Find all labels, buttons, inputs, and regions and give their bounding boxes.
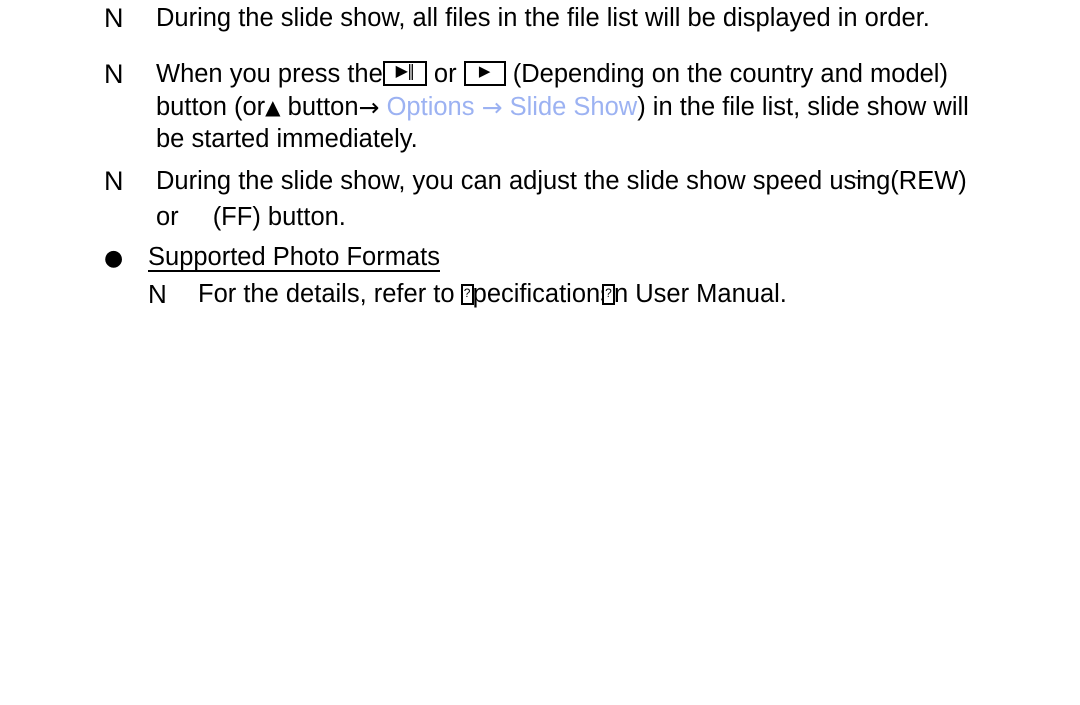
note-3-body: During the slide show, you can adjust th… xyxy=(156,165,967,233)
note-2-text-e: ) in the file list, slide show will xyxy=(637,92,969,121)
arrow-right-icon-1: → xyxy=(358,92,380,122)
note-2-text-c: button (or xyxy=(156,92,266,121)
space-2 xyxy=(506,60,513,88)
note-3-line-1: During the slide show, you can adjust th… xyxy=(156,167,967,195)
space-1 xyxy=(457,60,464,88)
note-marker-icon: N xyxy=(104,3,124,33)
note-2-line-3: be started immediately. xyxy=(156,125,418,153)
note-2-line-1: When you press the ▶‖ or ▶ (Depending on … xyxy=(156,58,969,91)
note-4-text-c: n User Manual. xyxy=(613,280,787,308)
menu-path-slide-show: Slide Show xyxy=(509,92,638,121)
space-5 xyxy=(474,93,481,121)
note-item-1: N During the slide show, all files in th… xyxy=(104,2,930,35)
note-3-line-2: or (FF) button. xyxy=(156,201,967,234)
bullet-dot-icon: ● xyxy=(104,246,124,271)
note-4-text-b: pecifications xyxy=(472,280,613,308)
note-2-or xyxy=(427,60,434,88)
manual-page: N During the slide show, all files in th… xyxy=(0,0,1080,705)
note-3-text-d: (FF) button. xyxy=(212,202,346,231)
play-glyph: ▶ xyxy=(478,61,491,80)
space-3 xyxy=(281,93,288,121)
note-2-line-2: button (or▲ button→ Options → Slide Show… xyxy=(156,91,969,124)
note-3-text-a: During the slide show, you can adjust th… xyxy=(156,167,862,195)
section-heading-label: Supported Photo Formats xyxy=(148,243,440,271)
triangle-up-icon: ▲ xyxy=(265,94,281,119)
play-key-icon: ▶ xyxy=(463,60,506,86)
open-quote-missing-glyph xyxy=(460,283,474,305)
arrow-right-icon-2: → xyxy=(481,92,503,122)
note-1-body: During the slide show, all files in the … xyxy=(156,2,930,35)
space-6 xyxy=(503,93,510,121)
note-2-text-d: button xyxy=(287,92,359,121)
note-marker-icon: N xyxy=(104,59,124,89)
play-pause-key-icon: ▶‖ xyxy=(382,60,427,86)
note-4-body: For the details, refer to pecificationsn… xyxy=(198,278,787,311)
section-heading-supported-photo-formats: ● Supported Photo Formats xyxy=(104,241,440,275)
note-3-text-b: ng(REW) xyxy=(861,167,967,195)
note-marker-icon: N xyxy=(104,166,124,196)
note-1-line-1: During the slide show, all files in the … xyxy=(156,4,930,32)
note-2-or-text: or xyxy=(433,60,457,88)
space-4 xyxy=(380,93,387,121)
note-2-text-a: When you press the xyxy=(156,60,383,88)
note-item-2: N When you press the ▶‖ or ▶ (Depending o… xyxy=(104,58,969,156)
menu-path-options: Options xyxy=(386,92,475,121)
note-marker-icon: N xyxy=(148,279,167,309)
play-pause-glyph: ▶‖ xyxy=(395,60,415,80)
note-item-4: N For the details, refer to pecification… xyxy=(148,278,787,311)
note-2-text-b: (Depending on the country and model) xyxy=(512,60,948,88)
note-item-3: N During the slide show, you can adjust … xyxy=(104,165,967,233)
note-3-text-c: or xyxy=(156,202,179,231)
note-4-line-1: For the details, refer to pecificationsn… xyxy=(198,278,787,311)
note-2-body: When you press the ▶‖ or ▶ (Depending on … xyxy=(156,58,969,156)
note-4-text-a: For the details, refer to xyxy=(198,280,455,308)
close-quote-missing-glyph xyxy=(601,283,615,305)
